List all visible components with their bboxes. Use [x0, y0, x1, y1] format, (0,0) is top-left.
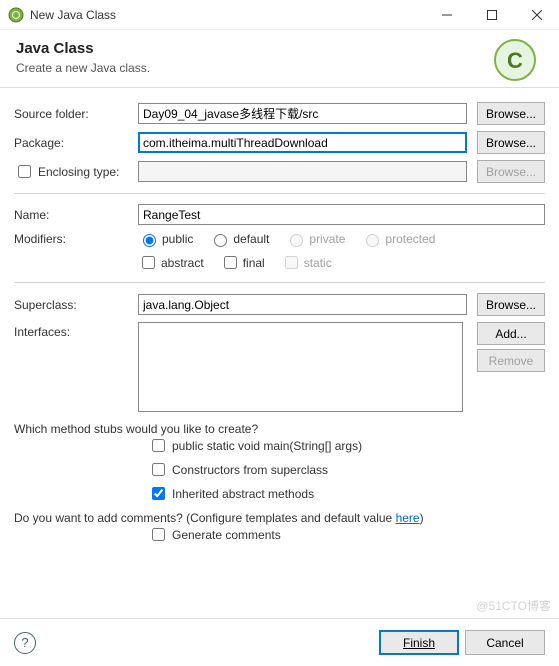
inherited-checkbox[interactable]: Inherited abstract methods [148, 484, 545, 503]
finish-button[interactable]: Finish [379, 630, 459, 655]
banner-heading: Java Class [16, 40, 543, 57]
class-icon: C [493, 38, 537, 87]
package-input[interactable] [138, 132, 467, 153]
form-content: Source folder: Browse... Package: Browse… [0, 88, 559, 557]
source-folder-browse-button[interactable]: Browse... [477, 102, 545, 125]
maximize-button[interactable] [469, 0, 514, 30]
window-title: New Java Class [30, 8, 424, 22]
main-method-checkbox[interactable]: public static void main(String[] args) [148, 436, 545, 455]
banner: Java Class Create a new Java class. C [0, 30, 559, 88]
modifiers-label: Modifiers: [14, 232, 132, 246]
source-folder-label: Source folder: [14, 107, 132, 121]
minimize-button[interactable] [424, 0, 469, 30]
package-label: Package: [14, 136, 132, 150]
source-folder-input[interactable] [138, 103, 467, 124]
name-input[interactable] [138, 204, 545, 225]
protected-radio: protected [361, 231, 435, 247]
interfaces-label: Interfaces: [14, 322, 132, 339]
svg-text:C: C [507, 48, 523, 73]
package-browse-button[interactable]: Browse... [477, 131, 545, 154]
close-button[interactable] [514, 0, 559, 30]
enclosing-type-input [138, 161, 467, 182]
access-modifier-group: public default private protected [138, 231, 435, 247]
superclass-browse-button[interactable]: Browse... [477, 293, 545, 316]
comments-question: Do you want to add comments? (Configure … [14, 511, 545, 525]
banner-sub: Create a new Java class. [16, 61, 543, 75]
separator [14, 282, 545, 283]
public-radio[interactable]: public [138, 231, 193, 247]
title-bar: New Java Class [0, 0, 559, 30]
name-label: Name: [14, 208, 132, 222]
static-checkbox: static [281, 253, 332, 272]
app-icon [8, 7, 24, 23]
interfaces-list[interactable] [138, 322, 463, 412]
help-icon[interactable]: ? [14, 632, 36, 654]
watermark: @51CTO博客 [476, 597, 551, 614]
stubs-question: Which method stubs would you like to cre… [14, 422, 545, 436]
superclass-label: Superclass: [14, 298, 132, 312]
add-interface-button[interactable]: Add... [477, 322, 545, 345]
abstract-checkbox[interactable]: abstract [138, 253, 204, 272]
other-modifiers-group: abstract final static [138, 253, 332, 272]
final-checkbox[interactable]: final [220, 253, 265, 272]
default-radio[interactable]: default [209, 231, 269, 247]
footer: ? Finish Cancel [0, 618, 559, 666]
constructors-checkbox[interactable]: Constructors from superclass [148, 460, 545, 479]
cancel-button[interactable]: Cancel [465, 630, 545, 655]
separator [14, 193, 545, 194]
superclass-input[interactable] [138, 294, 467, 315]
private-radio: private [285, 231, 345, 247]
here-link[interactable]: here [396, 511, 420, 525]
generate-comments-checkbox[interactable]: Generate comments [148, 525, 545, 544]
enclosing-browse-button: Browse... [477, 160, 545, 183]
remove-interface-button: Remove [477, 349, 545, 372]
enclosing-type-checkbox[interactable]: Enclosing type: [14, 162, 132, 181]
